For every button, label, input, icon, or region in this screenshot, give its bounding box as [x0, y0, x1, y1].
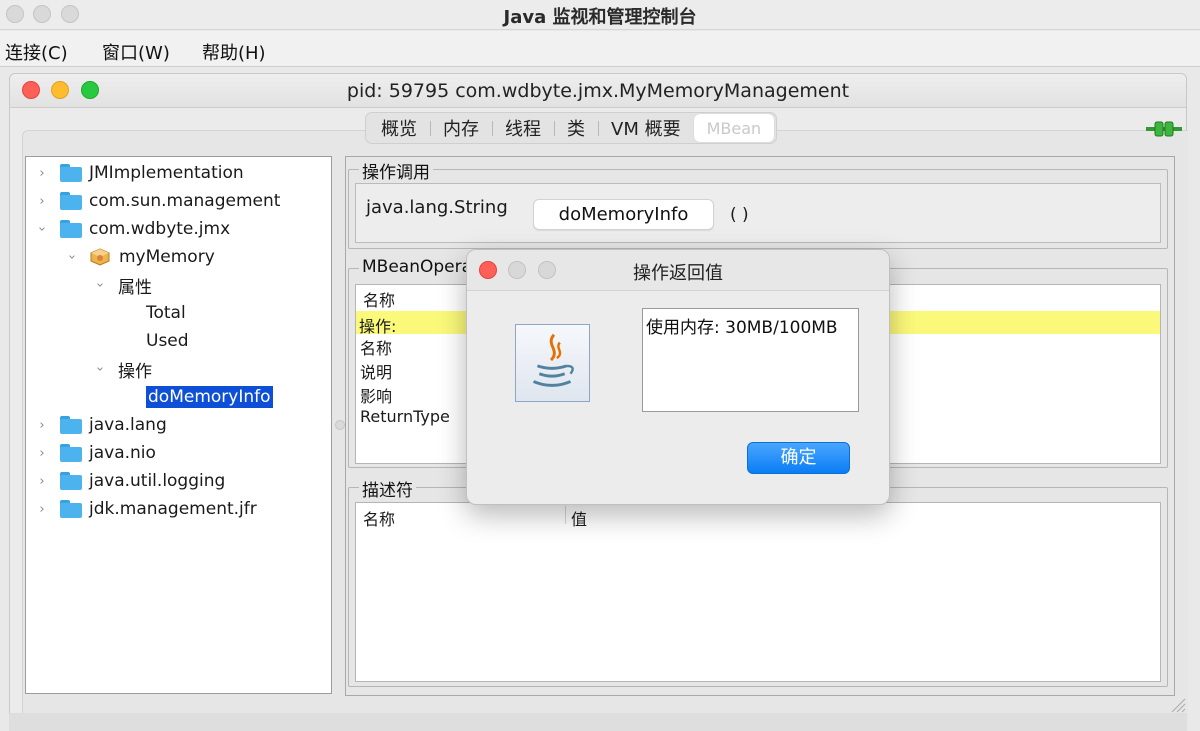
- tab-vm-summary[interactable]: VM 概要: [598, 114, 694, 142]
- ok-button[interactable]: 确定: [747, 442, 850, 474]
- chevron-right-icon[interactable]: ›: [36, 502, 48, 517]
- tree-node-used[interactable]: Used: [146, 328, 189, 354]
- table-row[interactable]: 操作:: [359, 313, 396, 337]
- table-row[interactable]: 说明: [360, 359, 392, 383]
- operation-result-dialog: 操作返回值 使用内存: 30MB/100MB 确定: [466, 249, 890, 505]
- table-header: 名称: [363, 291, 396, 310]
- tab-memory[interactable]: 内存: [430, 114, 492, 142]
- frame-title: pid: 59795 com.wdbyte.jmx.MyMemoryManage…: [346, 80, 850, 102]
- tab-bar: 概览 内存 线程 类 VM 概要 MBean: [365, 112, 778, 144]
- frame-titlebar: pid: 59795 com.wdbyte.jmx.MyMemoryManage…: [10, 74, 1186, 108]
- column-divider[interactable]: [565, 506, 566, 524]
- chevron-down-icon[interactable]: ›: [93, 363, 108, 375]
- tab-threads[interactable]: 线程: [492, 114, 554, 142]
- tree-node-java-util-logging[interactable]: › java.util.logging: [36, 468, 225, 494]
- tree-node-com-sun-management[interactable]: › com.sun.management: [36, 188, 280, 214]
- result-text-area[interactable]: 使用内存: 30MB/100MB: [642, 308, 859, 412]
- tree-node-java-lang[interactable]: › java.lang: [36, 412, 166, 438]
- tree-node-jdk-management-jfr[interactable]: › jdk.management.jfr: [36, 496, 256, 522]
- app-title: Java 监视和管理控制台: [503, 7, 697, 28]
- tree-node-total[interactable]: Total: [146, 300, 186, 326]
- table-row[interactable]: 影响: [360, 383, 392, 407]
- folder-icon: [60, 192, 82, 210]
- descriptor-table: [355, 502, 1161, 682]
- dialog-title: 操作返回值: [633, 263, 723, 284]
- tree-node-attributes[interactable]: › 属性: [93, 272, 153, 298]
- chevron-down-icon[interactable]: ›: [93, 279, 108, 291]
- app-titlebar: Java 监视和管理控制台: [0, 0, 1200, 30]
- folder-icon: [60, 444, 82, 462]
- mbean-icon: [90, 248, 110, 266]
- chevron-down-icon[interactable]: ›: [35, 223, 50, 235]
- operation-info-title: MBeanOpera: [359, 257, 476, 277]
- tab-mbean[interactable]: MBean: [693, 114, 775, 142]
- menu-bar: 连接(C) 窗口(W) 帮助(H): [0, 31, 1200, 67]
- descriptor-col-value: 值: [571, 510, 588, 529]
- connection-status-icon: [1146, 121, 1182, 137]
- chevron-right-icon[interactable]: ›: [36, 446, 48, 461]
- menu-help[interactable]: 帮助(H): [202, 39, 266, 65]
- split-pane-divider[interactable]: [335, 420, 345, 430]
- chevron-right-icon[interactable]: ›: [36, 194, 48, 209]
- operation-invocation-title: 操作调用: [359, 158, 433, 183]
- dialog-titlebar: 操作返回值: [467, 250, 889, 291]
- folder-icon: [60, 164, 82, 182]
- tree-node-java-nio[interactable]: › java.nio: [36, 440, 156, 466]
- tab-overview[interactable]: 概览: [368, 114, 430, 142]
- tree-node-mymemory[interactable]: › myMemory: [65, 244, 215, 270]
- tree-node-operations[interactable]: › 操作: [93, 356, 153, 382]
- chevron-right-icon[interactable]: ›: [36, 166, 48, 181]
- folder-icon: [60, 416, 82, 434]
- descriptor-col-name: 名称: [363, 510, 396, 529]
- status-strip: [9, 713, 1187, 731]
- tab-classes[interactable]: 类: [554, 114, 598, 142]
- folder-icon: [60, 472, 82, 490]
- tree-node-jmimplementation[interactable]: › JMImplementation: [36, 160, 243, 186]
- java-logo-icon: [515, 324, 590, 402]
- table-row[interactable]: 名称: [360, 335, 392, 359]
- params-label: ( ): [730, 205, 749, 225]
- chevron-down-icon[interactable]: ›: [65, 251, 80, 263]
- menu-window[interactable]: 窗口(W): [102, 39, 170, 65]
- menu-connection[interactable]: 连接(C): [5, 39, 68, 65]
- invoke-operation-button[interactable]: doMemoryInfo: [533, 199, 714, 230]
- tree-node-domemoryinfo[interactable]: doMemoryInfo: [146, 384, 273, 410]
- mbean-tree: › JMImplementation › com.sun.management …: [25, 156, 332, 694]
- return-type-label: java.lang.String: [366, 197, 508, 218]
- folder-icon: [60, 220, 82, 238]
- table-row[interactable]: ReturnType: [360, 407, 450, 426]
- chevron-right-icon[interactable]: ›: [36, 474, 48, 489]
- chevron-right-icon[interactable]: ›: [36, 418, 48, 433]
- folder-icon: [60, 500, 82, 518]
- resize-grip-icon[interactable]: [1170, 697, 1186, 713]
- tree-node-com-wdbyte-jmx[interactable]: › com.wdbyte.jmx: [35, 216, 231, 242]
- descriptor-title: 描述符: [359, 476, 416, 501]
